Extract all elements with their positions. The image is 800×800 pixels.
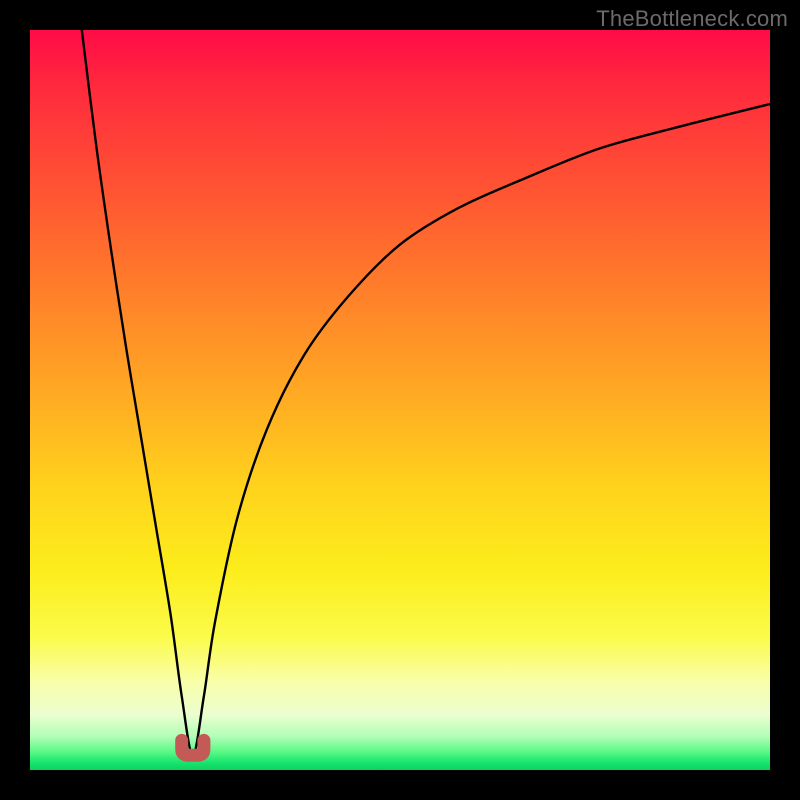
chart-plot-area (30, 30, 770, 770)
bottleneck-curve (30, 30, 770, 770)
curve-path (82, 30, 770, 755)
watermark-text: TheBottleneck.com (596, 6, 788, 32)
minimum-marker (182, 740, 204, 755)
